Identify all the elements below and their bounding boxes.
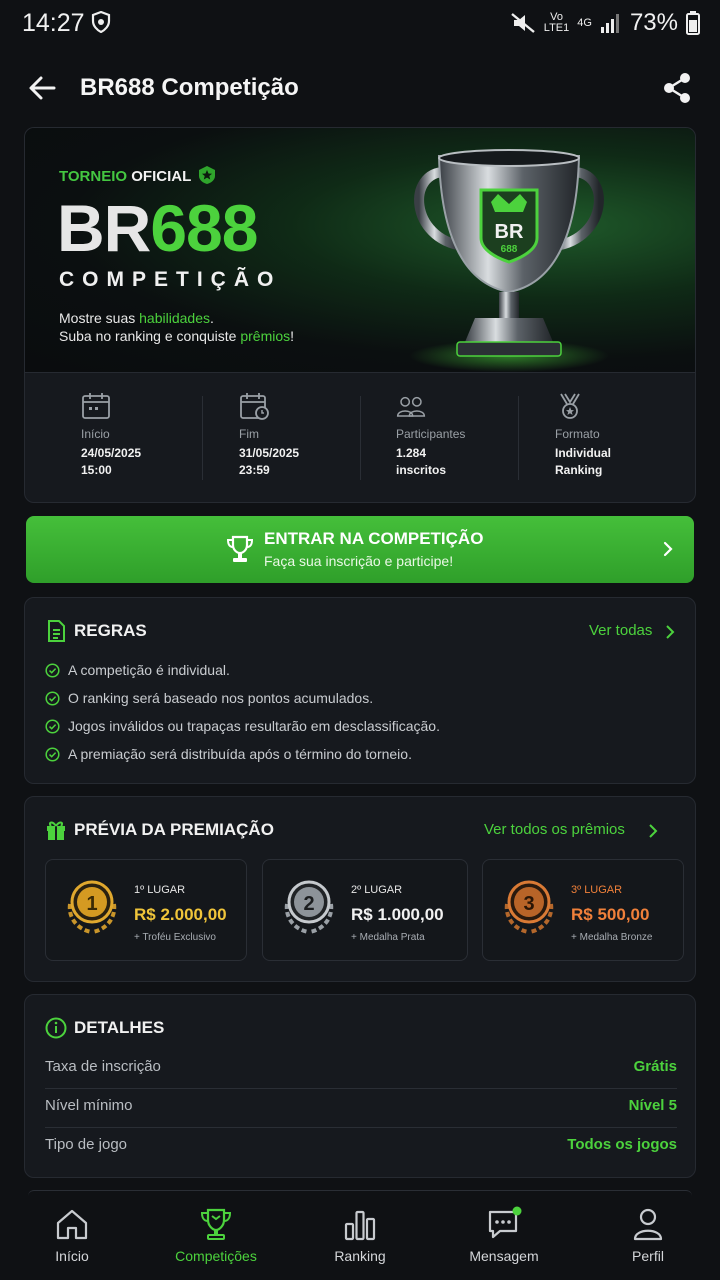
cta-title: ENTRAR NA COMPETIÇÃO bbox=[264, 529, 484, 548]
home-icon bbox=[56, 1209, 88, 1240]
prize-card-first[interactable]: 1 1º LUGAR R$ 2.000,00 + Troféu Exclusiv… bbox=[45, 859, 247, 961]
svg-text:BR: BR bbox=[495, 221, 524, 243]
share-icon[interactable] bbox=[662, 72, 692, 104]
star-badge-icon bbox=[199, 166, 215, 184]
info-end: Fim 31/05/2025 23:59 bbox=[239, 392, 397, 479]
bronze-medal-icon: 3 bbox=[504, 880, 554, 934]
gold-medal-icon: 1 bbox=[67, 880, 117, 934]
trophy-illustration: BR 688 bbox=[409, 149, 609, 372]
detail-row: Tipo de jogo Todos os jogos bbox=[45, 1136, 677, 1153]
rule-item: A competição é individual. bbox=[45, 662, 230, 678]
prizes-title: PRÉVIA DA PREMIAÇÃO bbox=[74, 820, 274, 839]
prize-card-second[interactable]: 2 2º LUGAR R$ 1.000,00 + Medalha Prata bbox=[262, 859, 468, 961]
trophy-icon bbox=[226, 535, 254, 562]
rules-title: REGRAS bbox=[74, 621, 147, 640]
status-time: 14:27 bbox=[22, 9, 85, 37]
network-label: Vo LTE1 bbox=[543, 11, 570, 34]
brand-logo: BR688 bbox=[57, 191, 258, 265]
enter-competition-button[interactable]: ENTRAR NA COMPETIÇÃO Faça sua inscrição … bbox=[26, 516, 694, 583]
check-circle-icon bbox=[45, 746, 60, 762]
gift-icon bbox=[47, 821, 65, 840]
rules-see-all-link[interactable]: Ver todas bbox=[589, 622, 652, 639]
prizes-section: PRÉVIA DA PREMIAÇÃO Ver todos os prêmios… bbox=[24, 796, 696, 982]
chat-icon bbox=[488, 1206, 522, 1239]
chevron-right-icon[interactable] bbox=[648, 823, 658, 839]
rules-section: REGRAS Ver todas A competição é individu… bbox=[24, 597, 696, 784]
user-icon bbox=[633, 1208, 663, 1241]
details-title: DETALHES bbox=[74, 1018, 165, 1037]
official-tag: TORNEIO OFICIAL bbox=[59, 168, 192, 185]
nav-item-ranking[interactable]: Ranking bbox=[300, 1206, 420, 1264]
details-section: DETALHES Taxa de inscrição Grátis Nível … bbox=[24, 994, 696, 1178]
bottom-navigation: Início Competições Ranking Mensagem Perf… bbox=[0, 1196, 720, 1280]
signal-gen-label: 4G bbox=[577, 16, 592, 29]
prize-card-third[interactable]: 3 3º LUGAR R$ 500,00 + Medalha Bronze bbox=[482, 859, 684, 961]
info-start: Início 24/05/2025 15:00 bbox=[81, 392, 239, 479]
cta-subtitle: Faça sua inscrição e participe! bbox=[264, 553, 454, 569]
rule-item: A premiação será distribuída após o térm… bbox=[45, 746, 412, 762]
svg-text:2: 2 bbox=[303, 893, 314, 915]
shield-icon bbox=[91, 11, 111, 33]
detail-row: Nível mínimo Nível 5 bbox=[45, 1089, 677, 1128]
nav-item-profile[interactable]: Perfil bbox=[588, 1206, 708, 1264]
arrow-left-icon[interactable] bbox=[28, 74, 56, 102]
hero-card: TORNEIO OFICIAL BR688 COMPETIÇÃO Mostre … bbox=[24, 127, 696, 503]
brand-subtitle: COMPETIÇÃO bbox=[59, 268, 282, 291]
chevron-right-icon bbox=[663, 541, 673, 557]
divider bbox=[202, 396, 203, 480]
divider bbox=[360, 396, 361, 480]
svg-text:3: 3 bbox=[523, 893, 534, 915]
svg-text:688: 688 bbox=[501, 244, 518, 255]
status-icons: Vo LTE1 4G 73% bbox=[510, 9, 700, 37]
calendar-clock-icon bbox=[240, 393, 269, 420]
bar-chart-icon bbox=[344, 1210, 376, 1241]
users-icon bbox=[396, 396, 426, 417]
document-icon bbox=[48, 620, 65, 642]
battery-icon bbox=[686, 11, 700, 35]
svg-text:1: 1 bbox=[86, 893, 97, 915]
status-bar: 14:27 Vo LTE1 4G 73% bbox=[0, 0, 720, 48]
mute-icon bbox=[511, 13, 535, 33]
detail-row: Taxa de inscrição Grátis bbox=[45, 1050, 677, 1089]
medal-ribbon-icon bbox=[560, 393, 580, 419]
info-format: Formato Individual Ranking bbox=[555, 392, 695, 479]
nav-item-messages[interactable]: Mensagem bbox=[444, 1206, 564, 1264]
check-circle-icon bbox=[45, 662, 60, 678]
signal-icon bbox=[600, 14, 619, 33]
divider bbox=[518, 396, 519, 480]
calendar-icon bbox=[82, 393, 110, 419]
nav-item-competitions[interactable]: Competições bbox=[156, 1206, 276, 1264]
check-circle-icon bbox=[45, 718, 60, 734]
page-title: BR688 Competição bbox=[80, 74, 299, 101]
battery-percent: 73% bbox=[629, 9, 678, 36]
rule-item: O ranking será baseado nos pontos acumul… bbox=[45, 690, 373, 706]
info-icon bbox=[45, 1017, 67, 1039]
chevron-right-icon[interactable] bbox=[665, 624, 675, 640]
nav-item-home[interactable]: Início bbox=[12, 1206, 132, 1264]
prizes-see-all-link[interactable]: Ver todos os prêmios bbox=[484, 821, 625, 838]
rule-item: Jogos inválidos ou trapaças resultarão e… bbox=[45, 718, 440, 734]
silver-medal-icon: 2 bbox=[284, 880, 334, 934]
check-circle-icon bbox=[45, 690, 60, 706]
tagline-line2: Suba no ranking e conquiste prêmios! bbox=[59, 328, 295, 344]
divider bbox=[25, 372, 695, 373]
info-participants: Participantes 1.284 inscritos bbox=[396, 392, 554, 479]
tagline-line1: Mostre suas habilidades. bbox=[59, 310, 214, 326]
trophy-icon bbox=[200, 1208, 232, 1240]
